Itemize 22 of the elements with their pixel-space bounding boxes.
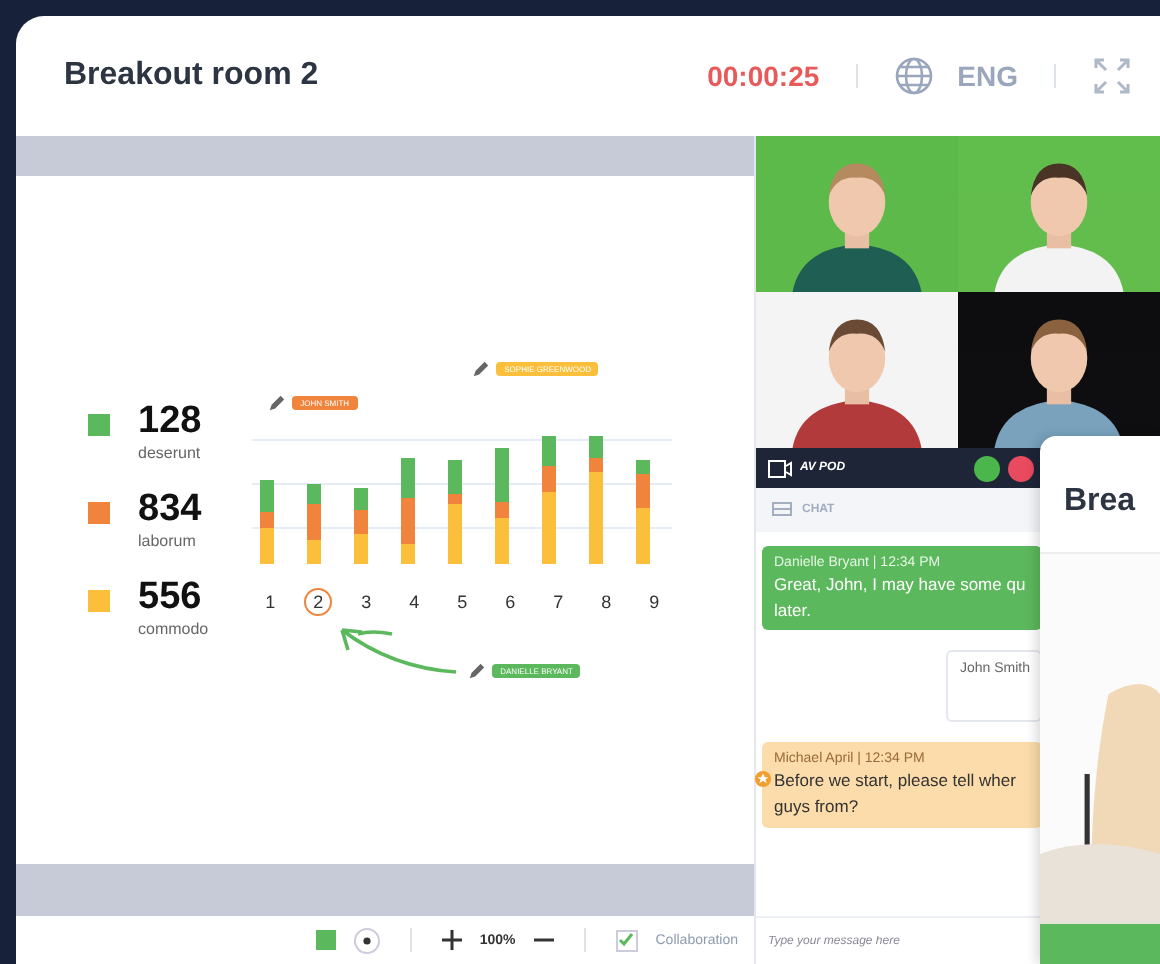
message-text: Before we start, please tell wher (774, 770, 1018, 792)
x-axis-label: 1 (263, 590, 278, 616)
legend-label: deserunt (138, 444, 202, 462)
timer: 00:00:25 (707, 60, 820, 92)
language-selector[interactable]: ENG (957, 60, 1018, 92)
x-axis-label: 5 (455, 590, 470, 616)
legend-value: 128 (138, 402, 202, 440)
window-title: Breakout room 2 (64, 58, 321, 94)
x-axis-label: 3 (359, 590, 374, 616)
message-text: Great, John, I may have some qu (774, 574, 1028, 596)
legend-value: 834 (138, 490, 202, 528)
x-axis-label: 2 (304, 588, 333, 616)
x-axis-label: 8 (599, 590, 614, 616)
message-text: guys from? (774, 795, 861, 817)
legend-label: laborum (138, 532, 198, 550)
message-text: later. (774, 599, 813, 621)
x-axis-label: 6 (503, 590, 518, 616)
x-axis-label: 7 (551, 590, 566, 616)
legend-label: commodo (138, 620, 209, 638)
legend-value: 556 (138, 578, 204, 616)
x-axis-label: 4 (407, 590, 422, 616)
x-axis-label: 9 (647, 590, 662, 616)
